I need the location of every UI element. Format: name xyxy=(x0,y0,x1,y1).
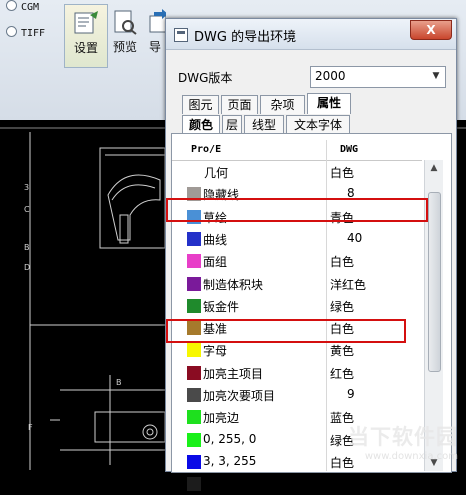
chevron-down-icon: ▼ xyxy=(432,71,440,81)
watermark: 当下软件园 www.downxia.com xyxy=(348,421,458,462)
tab-color[interactable]: 颜色 xyxy=(182,115,220,134)
row-name: 制造体积块 xyxy=(203,277,264,292)
color-swatch xyxy=(187,276,201,291)
color-swatch xyxy=(187,388,201,402)
watermark-text: 当下软件园 xyxy=(348,425,458,449)
format-option-cgm[interactable]: CGM xyxy=(6,0,39,13)
table-row[interactable]: 几何 白色 xyxy=(172,161,422,183)
radio-icon xyxy=(6,0,17,11)
format-option-label: TIFF xyxy=(21,28,46,39)
export-icon xyxy=(148,8,166,36)
dwg-export-dialog: DWG 的导出环境 X DWG版本 2000 ▼ 图元 页面 杂项 属性 颜色 … xyxy=(165,18,457,492)
row-value[interactable]: 白色 xyxy=(330,164,354,181)
table-row[interactable]: 曲线 40 xyxy=(172,228,422,250)
tab-entity[interactable]: 图元 xyxy=(182,95,219,114)
radio-icon xyxy=(6,26,17,37)
export-button[interactable]: 导 xyxy=(144,4,166,66)
color-swatch xyxy=(187,298,201,313)
row-name: 加亮边 xyxy=(203,411,240,426)
row-value[interactable]: 9 xyxy=(347,387,355,401)
table-row[interactable]: 28, 28, 28 白色 xyxy=(172,473,422,495)
table-header: Pro/E DWG xyxy=(172,140,422,161)
tab-layer[interactable]: 层 xyxy=(222,115,242,134)
preview-label: 预览 xyxy=(112,40,137,54)
column-header-proe: Pro/E xyxy=(191,144,222,155)
row-value[interactable]: 40 xyxy=(347,231,362,245)
scroll-up-icon[interactable]: ▲ xyxy=(425,160,443,176)
highlight-box-sketch xyxy=(166,198,428,222)
dialog-titlebar[interactable]: DWG 的导出环境 X xyxy=(166,19,456,50)
row-name: 钣金件 xyxy=(203,299,240,314)
row-name: 字母 xyxy=(203,344,228,359)
settings-button[interactable]: 设置 xyxy=(64,4,108,68)
watermark-url: www.downxia.com xyxy=(364,451,458,462)
tab-page[interactable]: 页面 xyxy=(221,95,258,114)
preview-button[interactable]: 预览 xyxy=(104,4,146,66)
color-swatch xyxy=(187,477,201,492)
svg-text:B: B xyxy=(24,243,30,252)
version-value: 2000 xyxy=(315,69,346,83)
column-header-dwg: DWG xyxy=(340,144,359,155)
row-name: 面组 xyxy=(203,255,228,270)
color-swatch xyxy=(187,432,201,447)
color-swatch xyxy=(187,454,201,469)
svg-text:C: C xyxy=(24,205,30,214)
dialog-title: DWG 的导出环境 xyxy=(194,30,297,45)
color-swatch xyxy=(187,254,201,269)
settings-label: 设置 xyxy=(73,41,98,55)
row-value[interactable]: 洋红色 xyxy=(330,276,366,293)
row-name: 28, 28, 28 xyxy=(203,476,265,491)
table-row[interactable]: 制造体积块 洋红色 xyxy=(172,273,422,295)
tab-misc[interactable]: 杂项 xyxy=(260,95,305,114)
row-name: 0, 255, 0 xyxy=(203,431,257,446)
preview-icon xyxy=(111,8,139,36)
color-swatch xyxy=(187,231,201,246)
window-icon xyxy=(174,28,188,42)
version-label: DWG版本 xyxy=(178,71,233,85)
svg-text:D: D xyxy=(24,263,30,272)
export-label: 导 xyxy=(148,40,161,54)
close-button[interactable]: X xyxy=(410,20,452,40)
table-row[interactable]: 加亮主项目 红色 xyxy=(172,362,422,384)
tab-linetype[interactable]: 线型 xyxy=(244,115,284,134)
settings-icon xyxy=(72,9,100,37)
format-option-tiff[interactable]: TIFF xyxy=(6,26,45,39)
row-value[interactable]: 绿色 xyxy=(330,298,354,315)
table-row[interactable]: 加亮次要项目 9 xyxy=(172,384,422,406)
table-row[interactable]: 钣金件 绿色 xyxy=(172,295,422,317)
row-name: 曲线 xyxy=(203,232,228,247)
scrollbar-thumb[interactable] xyxy=(428,192,441,372)
tab-properties[interactable]: 属性 xyxy=(307,93,351,114)
svg-text:F: F xyxy=(28,423,33,432)
highlight-box-letter xyxy=(166,319,406,343)
color-swatch xyxy=(187,365,201,380)
tab-text-font[interactable]: 文本字体 xyxy=(286,115,350,134)
color-swatch xyxy=(187,343,201,358)
version-select[interactable]: 2000 ▼ xyxy=(310,66,446,88)
svg-text:3: 3 xyxy=(24,183,29,192)
color-swatch xyxy=(187,410,201,425)
row-value[interactable]: 红色 xyxy=(330,365,354,382)
row-name: 几何 xyxy=(204,166,229,180)
format-option-label: CGM xyxy=(21,2,40,13)
row-name: 加亮主项目 xyxy=(203,366,264,381)
row-name: 加亮次要项目 xyxy=(203,389,276,403)
row-value[interactable]: 黄色 xyxy=(330,342,354,359)
row-name: 3, 3, 255 xyxy=(203,453,257,468)
svg-text:B: B xyxy=(116,378,122,387)
row-value[interactable]: 白色 xyxy=(330,476,354,493)
row-value[interactable]: 白色 xyxy=(330,253,354,270)
table-row[interactable]: 面组 白色 xyxy=(172,250,422,272)
